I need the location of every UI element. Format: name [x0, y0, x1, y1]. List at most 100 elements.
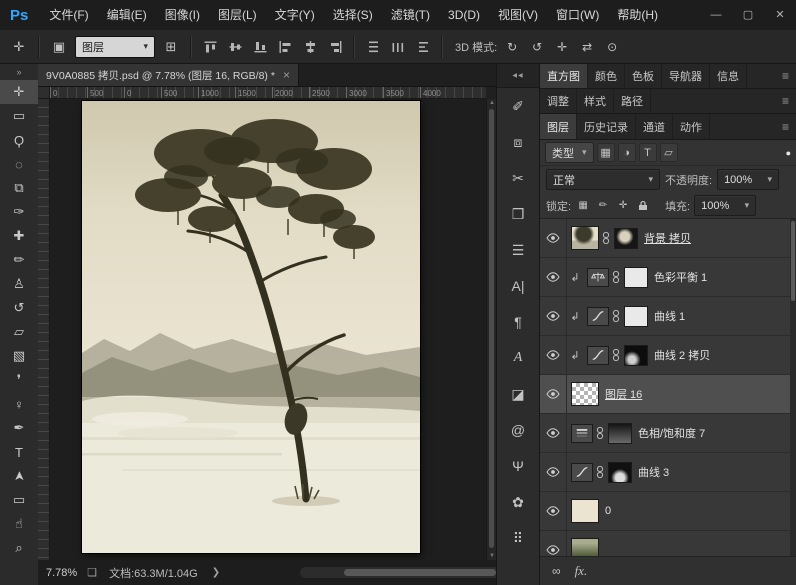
layer-row-background-copy[interactable]: 背景 拷贝 — [540, 219, 796, 258]
adjustment-icon-curves[interactable] — [587, 345, 609, 365]
tab-swatches[interactable]: 色板 — [625, 64, 662, 88]
document-status-icon[interactable]: ❏ — [87, 566, 97, 579]
panel-menu-icon[interactable]: ≡ — [775, 64, 796, 88]
panel-menu-icon[interactable]: ≡ — [775, 114, 796, 139]
3d-slide-icon[interactable]: ⇄ — [577, 36, 597, 58]
close-button[interactable]: ✕ — [764, 0, 796, 30]
menu-layer[interactable]: 图层(L) — [209, 0, 266, 30]
adjustment-icon-hue-saturation[interactable] — [571, 423, 593, 443]
link-layers-icon[interactable]: ∞ — [552, 564, 561, 578]
lock-pixels-icon[interactable]: ✏ — [595, 197, 611, 214]
distribute-bottom-edges-button[interactable] — [413, 36, 433, 58]
minimize-button[interactable]: — — [700, 0, 732, 30]
filter-shape-layers-icon[interactable]: ▱ — [659, 143, 678, 162]
move-tool[interactable]: ✛ — [0, 80, 38, 104]
visibility-toggle[interactable] — [540, 453, 567, 491]
notes-panel-icon[interactable]: @ — [497, 412, 539, 448]
layer-mask-thumbnail[interactable] — [624, 266, 648, 288]
layer-name[interactable]: 色彩平衡 1 — [654, 269, 707, 285]
lock-all-icon[interactable] — [635, 197, 651, 214]
tab-channels[interactable]: 通道 — [636, 114, 673, 139]
menu-view[interactable]: 视图(V) — [489, 0, 547, 30]
tab-navigator[interactable]: 导航器 — [662, 64, 710, 88]
menu-file[interactable]: 文件(F) — [40, 0, 97, 30]
history-brush-tool[interactable]: ↺ — [0, 296, 38, 320]
properties-panel-icon[interactable]: ☰ — [497, 232, 539, 268]
tab-layers[interactable]: 图层 — [540, 114, 577, 139]
layer-row-layer-16[interactable]: 图层 16 — [540, 375, 796, 414]
eyedropper-tool[interactable]: ✑ — [0, 200, 38, 224]
layer-comps-panel-icon[interactable]: ◪ — [497, 376, 539, 412]
collapse-panels-icon[interactable]: ◀◀ — [497, 64, 539, 88]
align-vertical-centers-button[interactable] — [225, 36, 245, 58]
layer-styles-icon[interactable]: fx. — [575, 563, 588, 579]
glyphs-panel-icon[interactable]: A — [497, 340, 539, 376]
menu-filter[interactable]: 滤镜(T) — [382, 0, 439, 30]
show-transform-controls-icon[interactable]: ⊞ — [160, 36, 182, 58]
layer-mask-thumbnail[interactable] — [608, 461, 632, 483]
lasso-tool[interactable]: Ϙ — [0, 128, 38, 152]
lock-position-icon[interactable]: ✛ — [615, 197, 631, 214]
layer-row-partial[interactable] — [540, 531, 796, 556]
layer-thumbnail[interactable] — [571, 499, 599, 523]
type-tool[interactable]: T — [0, 440, 38, 464]
menu-window[interactable]: 窗口(W) — [547, 0, 608, 30]
path-selection-tool[interactable]: ➤ — [0, 464, 38, 488]
scissors-panel-icon[interactable]: ✂ — [497, 160, 539, 196]
crop-tool[interactable]: ⧉ — [0, 176, 38, 200]
timeline-panel-icon[interactable]: Ψ — [497, 448, 539, 484]
gradient-tool[interactable]: ▧ — [0, 344, 38, 368]
panel-menu-icon[interactable]: ≡ — [775, 89, 796, 113]
3d-orbit-icon[interactable]: ↻ — [502, 36, 522, 58]
paragraph-panel-icon[interactable]: ¶ — [497, 304, 539, 340]
history-panel-icon[interactable]: ✿ — [497, 484, 539, 520]
menu-3d[interactable]: 3D(D) — [439, 0, 489, 30]
zoom-tool[interactable]: ⌕ — [0, 536, 38, 560]
layer-name[interactable]: 曲线 2 拷贝 — [654, 347, 710, 363]
3d-drag-icon[interactable]: ✛ — [552, 36, 572, 58]
tab-histogram[interactable]: 直方图 — [540, 64, 588, 88]
visibility-toggle[interactable] — [540, 336, 567, 374]
brush-settings-panel-icon[interactable]: ✐ — [497, 88, 539, 124]
layer-name[interactable]: 曲线 1 — [654, 308, 685, 324]
vertical-scroll-thumb[interactable] — [489, 109, 494, 548]
menu-type[interactable]: 文字(Y) — [266, 0, 324, 30]
brush-tool[interactable]: ✏ — [0, 248, 38, 272]
rectangular-marquee-tool[interactable]: ▭ — [0, 104, 38, 128]
canvas-horizontal-scrollbar[interactable] — [300, 567, 520, 578]
document-canvas[interactable] — [82, 101, 420, 553]
layer-filter-toggle[interactable]: ● — [786, 148, 791, 158]
measurement-log-panel-icon[interactable]: ⠿ — [497, 520, 539, 556]
layer-row-0[interactable]: 0 — [540, 492, 796, 531]
visibility-toggle[interactable] — [540, 492, 567, 530]
layer-name[interactable]: 0 — [605, 505, 611, 517]
align-top-edges-button[interactable] — [200, 36, 220, 58]
layer-thumbnail[interactable] — [571, 382, 599, 406]
layer-mask-thumbnail[interactable] — [624, 344, 648, 366]
maximize-button[interactable]: ▢ — [732, 0, 764, 30]
align-right-edges-button[interactable] — [325, 36, 345, 58]
quick-selection-tool[interactable]: ◌ — [0, 152, 38, 176]
horizontal-scroll-thumb[interactable] — [344, 569, 496, 576]
character-panel-icon[interactable]: A| — [497, 268, 539, 304]
layer-name[interactable]: 色相/饱和度 7 — [638, 425, 705, 441]
align-left-edges-button[interactable] — [275, 36, 295, 58]
eraser-tool[interactable]: ▱ — [0, 320, 38, 344]
3d-roll-icon[interactable]: ↺ — [527, 36, 547, 58]
3d-scale-icon[interactable]: ⊙ — [602, 36, 622, 58]
layer-row-curves-2-copy[interactable]: ↲ 曲线 2 拷贝 — [540, 336, 796, 375]
filter-pixel-layers-icon[interactable]: ▦ — [596, 143, 615, 162]
tab-history[interactable]: 历史记录 — [577, 114, 636, 139]
layer-thumbnail[interactable] — [571, 538, 599, 556]
filter-type-layers-icon[interactable]: T — [638, 143, 657, 162]
auto-select-icon[interactable]: ▣ — [48, 36, 70, 58]
tab-paths[interactable]: 路径 — [614, 89, 651, 113]
layers-scroll-thumb[interactable] — [791, 221, 795, 301]
layer-mask-thumbnail[interactable] — [624, 305, 648, 327]
visibility-toggle[interactable] — [540, 375, 567, 413]
tab-styles[interactable]: 样式 — [577, 89, 614, 113]
align-bottom-edges-button[interactable] — [250, 36, 270, 58]
layer-row-curves-1[interactable]: ↲ 曲线 1 — [540, 297, 796, 336]
menu-edit[interactable]: 编辑(E) — [98, 0, 156, 30]
layers-scrollbar[interactable] — [790, 219, 796, 556]
